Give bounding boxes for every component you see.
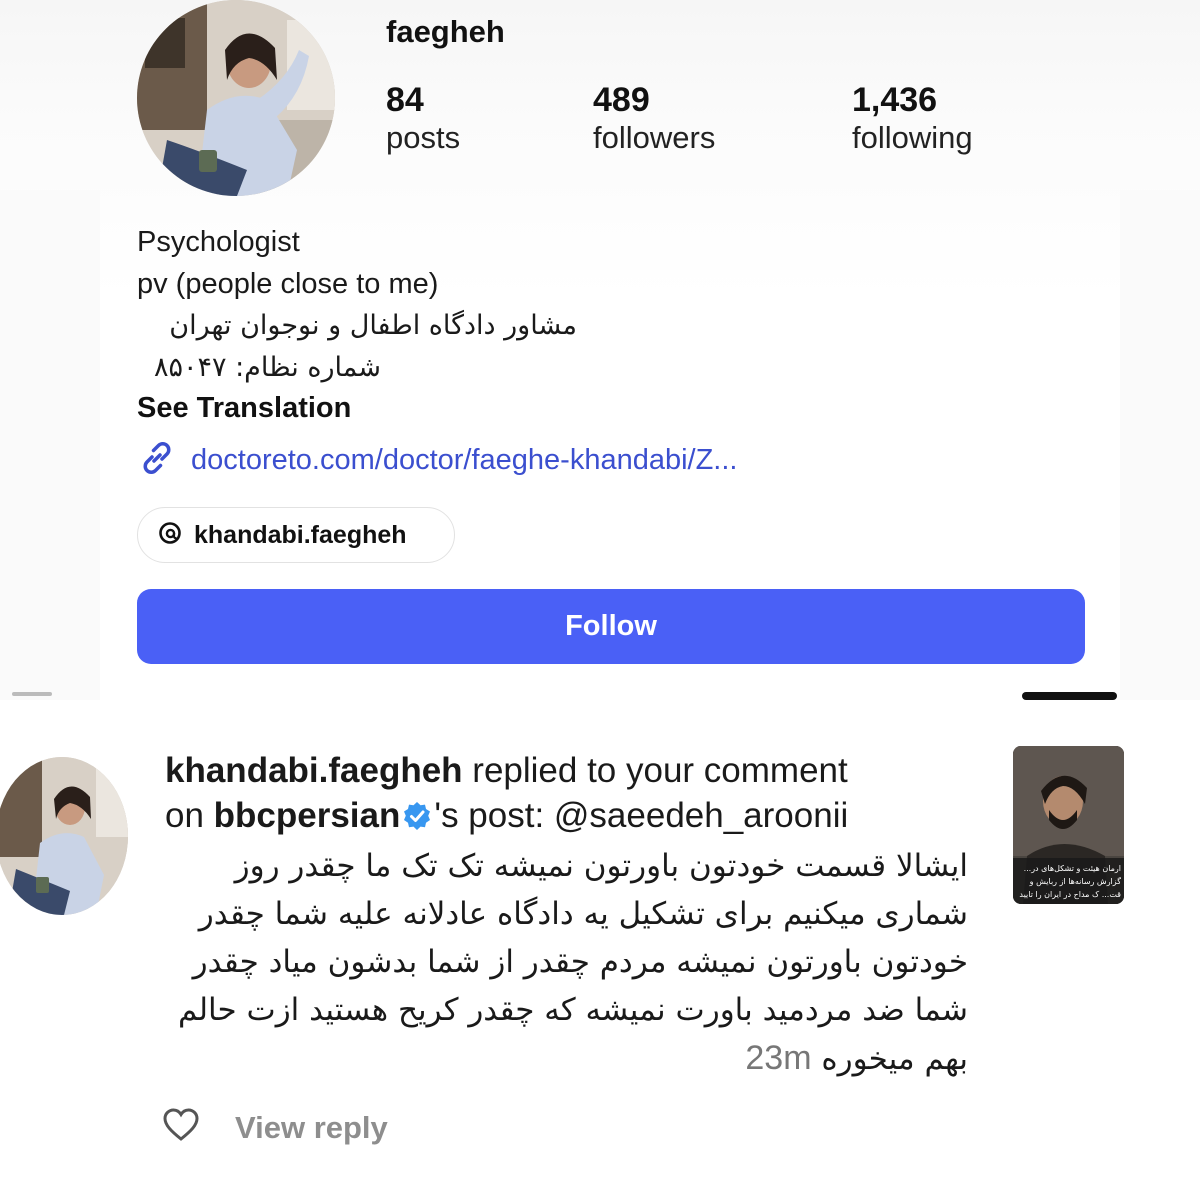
notification-action: replied to your comment [462,751,848,790]
follow-button[interactable]: Follow [137,589,1085,664]
notification-on: on [165,796,214,835]
actor-username[interactable]: khandabi.faegheh [165,751,463,790]
account-name[interactable]: bbcpersian [214,796,401,835]
profile-avatar[interactable] [137,0,335,196]
followers-count: 489 [593,81,650,119]
stat-followers[interactable]: 489 followers [593,80,715,156]
reply-actions: View reply [163,1108,388,1147]
threads-badge[interactable]: khandabi.faegheh [137,507,455,563]
stat-posts[interactable]: 84 posts [386,80,460,156]
following-count: 1,436 [852,81,938,119]
bio-line-4: شماره نظام: ۸۵۰۴۷ [153,352,381,383]
view-reply-button[interactable]: View reply [235,1110,388,1146]
commenter-avatar[interactable] [0,757,128,915]
panel-edge-left [0,190,100,700]
like-heart-icon[interactable] [163,1108,199,1147]
notification-header: khandabi.faegheh replied to your comment… [165,748,975,842]
followers-label: followers [593,120,716,155]
panel-edge-right [1120,190,1200,700]
see-translation-link[interactable]: See Translation [137,392,351,425]
link-icon [137,438,177,483]
posts-count: 84 [386,81,424,119]
threads-icon [158,521,182,550]
divider-mark-right [1022,692,1117,700]
stat-following[interactable]: 1,436 following [852,80,973,156]
following-label: following [852,120,973,155]
post-thumbnail[interactable]: ارمان هیئت و تشکل‌های در... گزارش رسانه‌… [1013,746,1124,904]
comment-time: 23m [745,1039,812,1077]
commenter-photo [0,757,128,915]
post-mention: 's post: @saeedeh_aroonii [434,796,849,835]
profile-link[interactable]: doctoreto.com/doctor/faeghe-khandabi/Z..… [137,440,737,480]
comment-text: ایشالا قسمت خودتون باورتون نمیشه تک تک م… [177,848,968,1077]
bio-line-1: Psychologist [137,226,300,258]
divider-mark-left [12,692,52,696]
profile-username: faegheh [386,14,505,49]
profile-photo [137,0,335,196]
link-text: doctoreto.com/doctor/faeghe-khandabi/Z..… [191,443,738,476]
bio-line-2: pv (people close to me) [137,268,439,300]
bio-line-3: مشاور دادگاه اطفال و نوجوان تهران [169,310,577,341]
comment-text-block: ایشالا قسمت خودتون باورتون نمیشه تک تک م… [150,842,968,1083]
threads-handle: khandabi.faegheh [194,520,407,549]
thumbnail-caption: ارمان هیئت و تشکل‌های در... گزارش رسانه‌… [1019,864,1121,899]
verified-badge-icon [402,797,432,842]
posts-label: posts [386,120,461,155]
